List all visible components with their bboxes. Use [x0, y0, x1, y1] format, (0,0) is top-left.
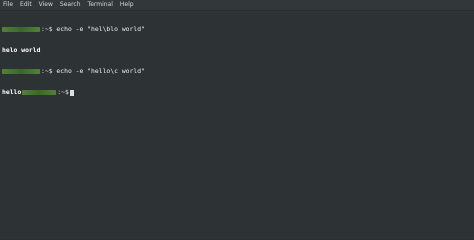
menu-view[interactable]: View [39, 0, 53, 10]
redacted-username [22, 90, 57, 95]
redacted-username [2, 69, 40, 74]
terminal-line: :~$ echo -e "hello\c world" [2, 68, 472, 75]
terminal-line: :~$ echo -e "hel\blo world" [2, 26, 472, 33]
terminal-window: File Edit View Search Terminal Help :~$ … [0, 0, 474, 239]
command-output: hello [2, 88, 22, 96]
command-text: echo -e "hello\c world" [56, 67, 145, 75]
menu-bar: File Edit View Search Terminal Help [0, 0, 474, 11]
redacted-username [2, 27, 40, 32]
prompt: :~$ [41, 25, 53, 33]
text-cursor [69, 89, 74, 96]
prompt: :~$ [57, 88, 69, 96]
menu-file[interactable]: File [3, 0, 13, 10]
menu-search[interactable]: Search [60, 0, 81, 10]
terminal-output-area[interactable]: :~$ echo -e "hel\blo world" helo world :… [0, 11, 474, 111]
prompt: :~$ [41, 67, 53, 75]
menu-help[interactable]: Help [120, 0, 134, 10]
command-text: echo -e "hel\blo world" [56, 25, 145, 33]
terminal-line: helo world [2, 47, 472, 54]
menu-edit[interactable]: Edit [20, 0, 32, 10]
command-output: helo world [2, 46, 41, 54]
terminal-line: hello :~$ [2, 89, 472, 96]
menu-terminal[interactable]: Terminal [88, 0, 113, 10]
